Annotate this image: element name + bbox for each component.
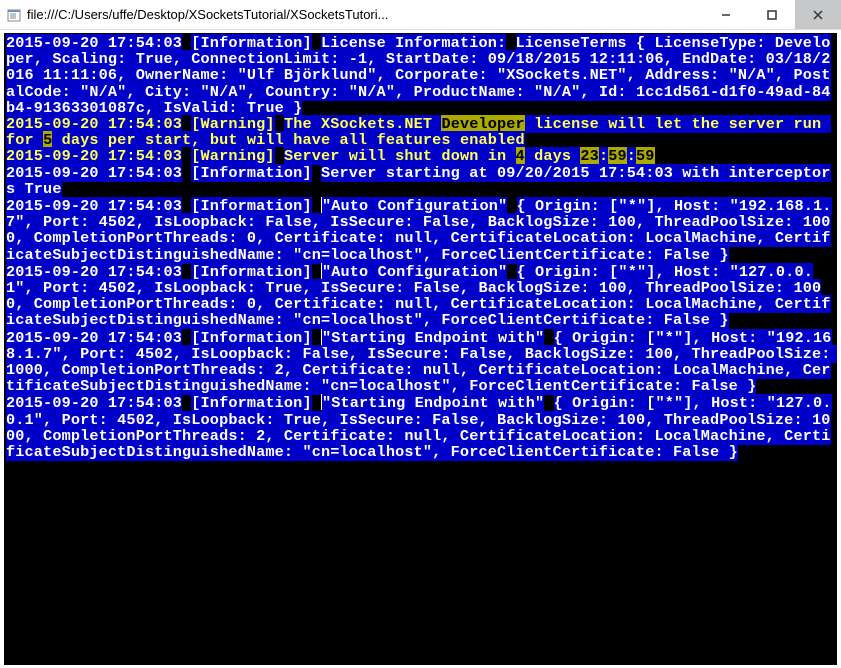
minimize-button[interactable] xyxy=(703,0,749,29)
log-level: [Information] xyxy=(191,329,311,347)
highlight: 59 xyxy=(636,147,655,165)
app-icon xyxy=(6,7,22,23)
config-name: "Starting Endpoint with" xyxy=(322,329,544,347)
timestamp: 2015-09-20 17:54:03 xyxy=(6,329,182,347)
log-entry: 2015-09-20 17:54:03 [Warning] Server wil… xyxy=(6,148,835,164)
maximize-button[interactable] xyxy=(749,0,795,29)
highlight: 23 xyxy=(580,147,599,165)
window-titlebar: file:///C:/Users/uffe/Desktop/XSocketsTu… xyxy=(0,0,841,30)
highlight: 4 xyxy=(516,147,525,165)
highlight: 09/20/2015 17:54:03 xyxy=(497,164,673,182)
highlight: 59 xyxy=(608,147,627,165)
log-entry: 2015-09-20 17:54:03 [Information] "Auto … xyxy=(6,197,835,263)
msg-part: days xyxy=(525,147,581,165)
close-button[interactable] xyxy=(795,0,841,29)
log-entry: 2015-09-20 17:54:03 [Warning] The XSocke… xyxy=(6,116,835,148)
window-title: file:///C:/Users/uffe/Desktop/XSocketsTu… xyxy=(27,7,703,22)
timestamp: 2015-09-20 17:54:03 xyxy=(6,394,182,412)
log-entry: 2015-09-20 17:54:03 [Information] "Start… xyxy=(6,394,835,460)
msg-part: Server will shut down in xyxy=(284,147,516,165)
log-entry: 2015-09-20 17:54:03 [Information] "Auto … xyxy=(6,263,835,329)
log-level: [Information] xyxy=(191,394,311,412)
log-entry: 2015-09-20 17:54:03 [Information] Licens… xyxy=(6,35,835,116)
log-level: [Warning] xyxy=(191,147,274,165)
config-name: "Starting Endpoint with" xyxy=(322,394,544,412)
highlight: True xyxy=(25,180,62,198)
log-level: [Information] xyxy=(191,164,311,182)
msg-part: Server starting at xyxy=(321,164,497,182)
log-entry: 2015-09-20 17:54:03 [Information] "Start… xyxy=(6,329,835,395)
console-output[interactable]: 2015-09-20 17:54:03 [Information] Licens… xyxy=(4,33,837,665)
timestamp: 2015-09-20 17:54:03 xyxy=(6,164,182,182)
timestamp: 2015-09-20 17:54:03 xyxy=(6,147,182,165)
log-entry: 2015-09-20 17:54:03 [Information] Server… xyxy=(6,165,835,197)
window-controls xyxy=(703,0,841,29)
